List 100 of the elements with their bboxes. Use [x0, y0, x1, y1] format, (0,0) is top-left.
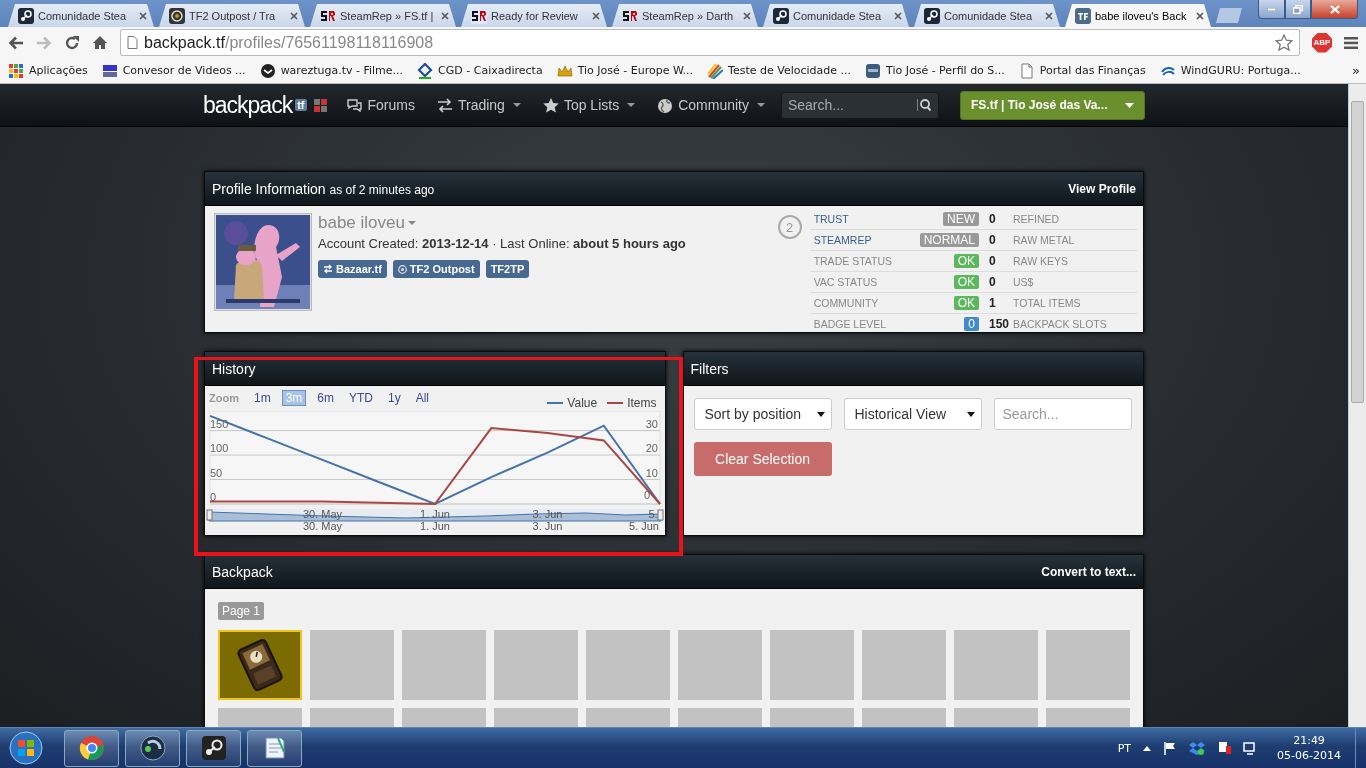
total-label: TOTAL ITEMS: [1013, 297, 1081, 309]
range-button[interactable]: 6m: [313, 390, 338, 406]
site-icon: [259, 62, 276, 79]
star-icon[interactable]: [1275, 34, 1293, 51]
browser-tab[interactable]: SteamRep » Darth: [612, 4, 758, 27]
scrollbar[interactable]: [1351, 101, 1364, 403]
logo-badge: tf: [295, 98, 307, 111]
legend-item[interactable]: Value: [547, 396, 598, 410]
range-button[interactable]: 1m: [249, 390, 275, 406]
close-icon[interactable]: [441, 11, 449, 20]
box-icon[interactable]: [1189, 741, 1206, 755]
range-button[interactable]: YTD: [344, 390, 377, 406]
total-label: US$: [1013, 276, 1034, 288]
backpack-slot[interactable]: [218, 630, 302, 700]
more-bookmarks-button[interactable]: »: [1352, 63, 1360, 78]
site-logo[interactable]: backpack: [203, 91, 293, 119]
nav-link[interactable]: Trading: [436, 97, 521, 113]
status-link[interactable]: STEAMREP: [813, 234, 872, 246]
taskbar-button[interactable]: [125, 729, 180, 767]
monitor-icon[interactable]: [1243, 741, 1258, 755]
browser-tab[interactable]: Comunidade Stea: [8, 4, 154, 27]
home-icon[interactable]: [92, 35, 108, 50]
page-icon: [1018, 62, 1035, 79]
adblock-button[interactable]: ABP: [1312, 32, 1332, 53]
flag-icon[interactable]: [1163, 741, 1178, 755]
chevron-up-icon[interactable]: [1143, 745, 1152, 751]
close-icon[interactable]: [139, 11, 147, 20]
close-icon[interactable]: [1196, 11, 1204, 20]
total-value: 0: [988, 233, 996, 247]
status-label: VAC STATUS: [813, 276, 878, 288]
browser-tab[interactable]: Ready for Review: [461, 4, 607, 27]
taskbar-button[interactable]: [64, 729, 119, 767]
count-badge: 2: [777, 215, 802, 239]
convert-link[interactable]: Convert to text...: [1041, 564, 1136, 579]
network-icon[interactable]: [1217, 741, 1232, 755]
browser-tab[interactable]: TF2 Outpost / Tra: [159, 4, 305, 27]
bookmark[interactable]: Convesor de Videos ...: [101, 62, 246, 79]
target-icon: [397, 264, 407, 274]
browser-tab[interactable]: Comunidade Stea: [914, 4, 1060, 27]
globe-icon: [657, 97, 674, 113]
close-icon[interactable]: [1045, 11, 1053, 20]
close-icon[interactable]: [290, 11, 298, 20]
axis-label: 5.: [648, 508, 658, 520]
dropdown[interactable]: Historical View: [843, 398, 982, 430]
axis-label: 3. Jun: [532, 520, 563, 532]
chat-icon: [346, 97, 363, 113]
back-icon[interactable]: [8, 35, 24, 50]
bookmark[interactable]: Tio José - Europe W...: [556, 62, 694, 79]
clock[interactable]: 21:49 05-06-2014: [1277, 734, 1341, 762]
bookmark[interactable]: wareztuga.tv - Filme...: [259, 62, 404, 79]
nav-link[interactable]: Community: [657, 97, 765, 113]
view-profile-link[interactable]: View Profile: [1068, 181, 1136, 196]
range-button[interactable]: All: [411, 390, 433, 406]
taskbar-button[interactable]: [247, 729, 302, 767]
browser-tab[interactable]: babe iloveu's Back: [1065, 4, 1211, 27]
nav-link[interactable]: Forums: [346, 97, 415, 113]
axis-label: 30: [645, 417, 658, 430]
minimize-button[interactable]: [1258, 0, 1285, 19]
close-icon[interactable]: [894, 11, 902, 20]
browser-tab[interactable]: Comunidade Stea: [763, 4, 909, 27]
bookmark[interactable]: Aplicações: [8, 62, 88, 79]
reload-icon[interactable]: [64, 34, 80, 51]
navigator-drawing[interactable]: [206, 509, 664, 522]
browser-tab[interactable]: SteamRep » FS.tf |: [310, 4, 456, 27]
close-button[interactable]: [1311, 0, 1358, 19]
menu-icon[interactable]: [1344, 36, 1358, 49]
close-icon[interactable]: [592, 11, 600, 20]
status-link[interactable]: TRUST: [813, 213, 849, 225]
total-value: 0: [988, 254, 996, 268]
language-indicator[interactable]: PT: [1117, 741, 1132, 755]
nav-link[interactable]: Top Lists: [542, 97, 636, 113]
profile-link-button[interactable]: TF2 Outpost: [392, 260, 480, 278]
site-icon: [865, 62, 881, 79]
range-button[interactable]: 1y: [383, 390, 405, 406]
total-label: RAW METAL: [1013, 234, 1075, 246]
status-label: BADGE LEVEL: [813, 318, 886, 330]
address-bar[interactable]: backpack.tf/profiles/76561198118116908: [120, 29, 1300, 56]
caret-icon: [756, 103, 765, 107]
bookmark[interactable]: Tio José - Perfil do S...: [865, 62, 1005, 79]
bookmark[interactable]: Teste de Velocidade ...: [707, 62, 851, 79]
headset-icon: [139, 735, 166, 761]
search-field[interactable]: Search...: [780, 91, 939, 119]
user-menu-button[interactable]: FS.tf | Tio José das Va...: [960, 90, 1145, 120]
swap-icon: [323, 264, 333, 274]
clear-selection-button[interactable]: Clear Selection: [693, 442, 832, 476]
profile-link-button[interactable]: TF2TP: [485, 260, 530, 278]
caret-icon[interactable]: [407, 221, 416, 225]
bookmark[interactable]: WindGURU: Portuga...: [1159, 62, 1301, 79]
panel-title: Profile Information: [212, 180, 326, 197]
legend-item[interactable]: Items: [607, 396, 657, 410]
maximize-button[interactable]: [1285, 0, 1311, 19]
dropdown[interactable]: Sort by position: [693, 398, 832, 430]
bookmark[interactable]: Portal das Finanças: [1018, 62, 1146, 79]
status-badge: NEW: [942, 212, 979, 226]
bookmark[interactable]: CGD - Caixadirecta: [417, 62, 543, 79]
profile-link-button[interactable]: Bazaar.tf: [318, 260, 387, 278]
status-badge: OK: [953, 275, 979, 289]
close-icon[interactable]: [743, 11, 751, 20]
taskbar-button[interactable]: [186, 729, 241, 767]
total-value: 0: [988, 212, 996, 226]
